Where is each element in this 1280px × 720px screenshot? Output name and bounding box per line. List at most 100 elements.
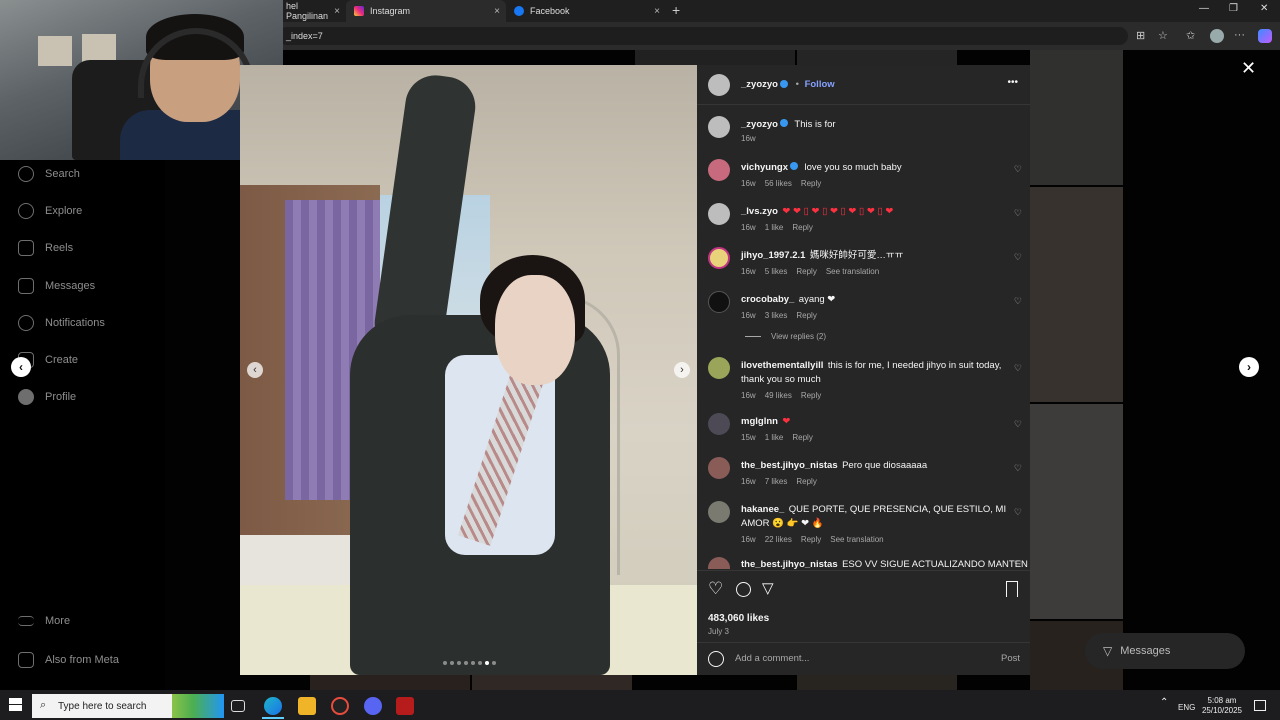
close-tab-icon[interactable]: × <box>334 6 340 17</box>
language-indicator[interactable]: ENG <box>1178 703 1195 713</box>
sidebar-item-messages[interactable]: Messages <box>18 278 95 294</box>
sidebar-item-profile[interactable]: Profile <box>18 389 76 405</box>
task-view-icon[interactable] <box>231 700 245 712</box>
see-translation-link[interactable]: See translation <box>826 267 879 276</box>
close-tab-icon[interactable]: × <box>654 6 660 17</box>
comment-username[interactable]: crocobaby_ <box>741 294 794 305</box>
emoji-icon[interactable] <box>708 651 724 667</box>
reply-button[interactable]: Reply <box>792 223 812 232</box>
commenter-avatar[interactable] <box>708 357 730 379</box>
likes-count[interactable]: 483,060 likes <box>708 613 769 624</box>
like-comment-icon[interactable]: ♡ <box>1014 296 1022 307</box>
comment-username[interactable]: jihyo_1997.2.1 <box>741 250 805 261</box>
sidebar-item-search[interactable]: Search <box>18 166 80 182</box>
minimize-button[interactable]: — <box>1199 3 1209 14</box>
favorites-icon[interactable]: ✩ <box>1186 29 1195 42</box>
close-tab-icon[interactable]: × <box>494 6 500 17</box>
file-explorer-icon[interactable] <box>298 697 316 715</box>
like-comment-icon[interactable]: ♡ <box>1014 363 1022 374</box>
comment-likes[interactable]: 1 like <box>765 433 784 442</box>
profile-avatar-icon[interactable] <box>1210 29 1224 43</box>
prev-post-button[interactable]: ‹ <box>11 357 31 377</box>
reply-button[interactable]: Reply <box>792 433 812 442</box>
like-comment-icon[interactable]: ♡ <box>1014 463 1022 474</box>
app-icon[interactable]: ⊞ <box>1136 29 1145 42</box>
bookmark-icon[interactable] <box>1006 581 1018 597</box>
comment-icon[interactable] <box>736 582 751 597</box>
restore-button[interactable]: ❐ <box>1229 3 1238 14</box>
commenter-avatar[interactable] <box>708 501 730 523</box>
author-username[interactable]: _zyozyo <box>741 79 778 90</box>
floating-messages-button[interactable]: ▽ Messages <box>1085 633 1245 669</box>
sidebar-item-notifications[interactable]: Notifications <box>18 315 105 331</box>
caption-avatar[interactable] <box>708 116 730 138</box>
comment-username[interactable]: hakanee_ <box>741 504 784 515</box>
post-photo[interactable] <box>240 65 697 675</box>
address-bar[interactable]: _index=7 <box>278 27 1128 45</box>
tab-instagram[interactable]: Instagram × <box>346 0 506 22</box>
comment-likes[interactable]: 49 likes <box>765 391 792 400</box>
edge-icon[interactable] <box>264 697 282 715</box>
windows-start-icon[interactable] <box>9 698 22 711</box>
sidebar-item-more[interactable]: More <box>18 615 70 627</box>
commenter-avatar[interactable] <box>708 247 730 269</box>
sidebar-item-meta[interactable]: Also from Meta <box>18 652 119 668</box>
like-comment-icon[interactable]: ♡ <box>1014 208 1022 219</box>
add-comment-input[interactable]: Add a comment... <box>735 653 809 664</box>
like-comment-icon[interactable]: ♡ <box>1014 419 1022 430</box>
comment-username[interactable]: mglglnn <box>741 416 778 427</box>
view-replies-button[interactable]: View replies (2) <box>745 332 826 341</box>
commenter-avatar[interactable] <box>708 203 730 225</box>
reply-button[interactable]: Reply <box>796 311 816 320</box>
reply-button[interactable]: Reply <box>801 391 821 400</box>
comment-username[interactable]: vichyungx <box>741 162 788 173</box>
like-comment-icon[interactable]: ♡ <box>1014 252 1022 263</box>
author-avatar[interactable] <box>708 74 730 96</box>
like-icon[interactable]: ♡ <box>708 579 723 599</box>
reply-button[interactable]: Reply <box>796 267 816 276</box>
taskbar-clock[interactable]: 5:08 am 25/10/2025 <box>1200 696 1244 716</box>
close-icon[interactable]: ✕ <box>1241 58 1256 79</box>
tray-chevron-icon[interactable]: ⌃ <box>1160 698 1168 708</box>
carousel-prev-button[interactable]: ‹ <box>247 362 263 378</box>
sidebar-item-reels[interactable]: Reels <box>18 240 73 256</box>
comment-likes[interactable]: 3 likes <box>765 311 788 320</box>
notification-icon[interactable] <box>1254 700 1266 711</box>
follow-button[interactable]: Follow <box>805 79 835 90</box>
discord-icon[interactable] <box>364 697 382 715</box>
more-options-icon[interactable]: ··· <box>1234 29 1245 41</box>
more-options-icon[interactable]: ••• <box>1007 77 1018 88</box>
reply-button[interactable]: Reply <box>801 179 821 188</box>
like-comment-icon[interactable]: ♡ <box>1014 164 1022 175</box>
commenter-avatar[interactable] <box>708 457 730 479</box>
comment-likes[interactable]: 1 like <box>765 223 784 232</box>
like-comment-icon[interactable]: ♡ <box>1014 559 1022 569</box>
commenter-avatar[interactable] <box>708 557 730 569</box>
caption-username[interactable]: _zyozyo <box>741 119 778 130</box>
post-comment-button[interactable]: Post <box>1001 653 1020 664</box>
comment-likes[interactable]: 56 likes <box>765 179 792 188</box>
comment-likes[interactable]: 22 likes <box>765 535 792 544</box>
app-red-icon[interactable] <box>396 697 414 715</box>
commenter-avatar[interactable] <box>708 291 730 313</box>
comment-username[interactable]: _lvs.zyo <box>741 206 778 217</box>
comment-likes[interactable]: 5 likes <box>765 267 788 276</box>
close-window-button[interactable]: ✕ <box>1260 3 1268 14</box>
carousel-next-button[interactable]: › <box>674 362 690 378</box>
copilot-icon[interactable] <box>1258 29 1272 43</box>
like-comment-icon[interactable]: ♡ <box>1014 507 1022 518</box>
see-translation-link[interactable]: See translation <box>830 535 883 544</box>
reply-button[interactable]: Reply <box>796 477 816 486</box>
next-post-button[interactable]: › <box>1239 357 1259 377</box>
comment-username[interactable]: the_best.jihyo_nistas <box>741 460 838 471</box>
star-icon[interactable]: ☆ <box>1158 29 1168 42</box>
new-tab-button[interactable]: + <box>672 2 680 18</box>
obs-icon[interactable] <box>331 697 349 715</box>
sidebar-item-explore[interactable]: Explore <box>18 203 82 219</box>
tab-facebook[interactable]: Facebook × <box>506 0 666 22</box>
taskbar-search-input[interactable]: ⌕ Type here to search <box>32 694 224 718</box>
commenter-avatar[interactable] <box>708 159 730 181</box>
comment-likes[interactable]: 7 likes <box>765 477 788 486</box>
comment-username[interactable]: the_best.jihyo_nistas <box>741 559 838 569</box>
commenter-avatar[interactable] <box>708 413 730 435</box>
